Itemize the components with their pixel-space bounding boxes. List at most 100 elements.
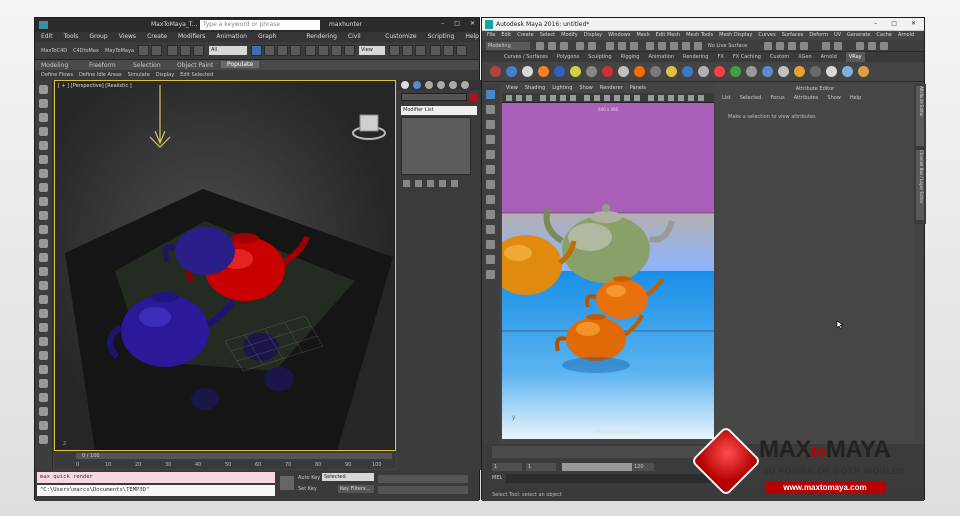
tool-icon[interactable] xyxy=(39,113,48,122)
panel-menu-panels[interactable]: Panels xyxy=(630,84,646,93)
undo-icon[interactable] xyxy=(576,42,584,50)
menu-surfaces[interactable]: Surfaces xyxy=(782,31,804,40)
menu-mesh[interactable]: Mesh xyxy=(636,31,649,40)
wireframe-icon[interactable] xyxy=(584,95,590,101)
move-icon[interactable] xyxy=(305,45,316,56)
grid-toggle-icon[interactable] xyxy=(540,95,546,101)
search-input[interactable]: Type a keyword or phrase xyxy=(200,20,320,30)
lights-icon[interactable] xyxy=(624,95,630,101)
ipr-render-icon[interactable] xyxy=(788,42,796,50)
user-name[interactable]: maxhunter xyxy=(329,21,362,28)
close-icon[interactable]: ✕ xyxy=(470,20,475,27)
snap-grid-icon[interactable] xyxy=(646,42,654,50)
render-icon[interactable] xyxy=(456,45,467,56)
align-icon[interactable] xyxy=(415,45,426,56)
tool-icon[interactable] xyxy=(39,407,48,416)
render-setup-icon[interactable] xyxy=(443,45,454,56)
menu-arnold[interactable]: Arnold xyxy=(898,31,914,40)
select-hierarchy-icon[interactable] xyxy=(606,42,614,50)
shelf-tab-fx-caching[interactable]: FX Caching xyxy=(733,52,761,62)
paint-select-icon[interactable] xyxy=(486,120,495,129)
scale-icon[interactable] xyxy=(331,45,342,56)
modifier-list-dropdown[interactable]: Modifier List xyxy=(401,106,477,115)
tool-icon[interactable] xyxy=(39,253,48,262)
ribbon-edit-selected[interactable]: Edit Selected xyxy=(180,70,213,80)
panel-menu-view[interactable]: View xyxy=(506,84,518,93)
layout-custom-icon[interactable] xyxy=(486,270,495,279)
utilities-tab-icon[interactable] xyxy=(461,81,469,89)
object-color-swatch[interactable] xyxy=(469,93,477,101)
select-tool-icon[interactable] xyxy=(486,90,495,99)
menu-edit[interactable]: Edit xyxy=(41,32,53,42)
ies-light-icon[interactable] xyxy=(730,66,741,77)
maya-viewport[interactable]: 640 x 480 y VRayPhysicalCamera1 xyxy=(502,103,714,439)
ribbon-tab-freeform[interactable]: Freeform xyxy=(89,62,116,69)
isolate-select-icon[interactable] xyxy=(678,95,684,101)
shelf-tab-fx[interactable]: FX xyxy=(718,52,724,62)
tool-icon[interactable] xyxy=(39,267,48,276)
menu-edit[interactable]: Edit xyxy=(501,31,511,40)
auto-key-button[interactable]: Auto Key xyxy=(298,475,320,481)
select-component-icon[interactable] xyxy=(630,42,638,50)
camera-attributes-icon[interactable] xyxy=(506,95,512,101)
tool-icon[interactable] xyxy=(39,379,48,388)
viewcube-icon[interactable] xyxy=(352,114,386,140)
menu-modify[interactable]: Modify xyxy=(561,31,578,40)
ribbon-tab-selection[interactable]: Selection xyxy=(133,62,161,69)
time-slider[interactable] xyxy=(76,453,392,459)
tool-icon[interactable] xyxy=(39,337,48,346)
tool-icon[interactable] xyxy=(39,365,48,374)
light-icon[interactable] xyxy=(522,66,533,77)
xray-icon[interactable] xyxy=(688,95,694,101)
shelf-tab-curves-surfaces[interactable]: Curves / Surfaces xyxy=(504,52,548,62)
range-slider[interactable] xyxy=(562,463,642,471)
track-bar[interactable]: 0 10 20 30 40 50 60 70 80 90 100 xyxy=(76,460,392,469)
layout-single-icon[interactable] xyxy=(486,195,495,204)
tool-icon[interactable] xyxy=(39,127,48,136)
create-tab-icon[interactable] xyxy=(401,81,409,89)
key-filters-button[interactable]: Key Filters... xyxy=(338,485,374,493)
menu-customize[interactable]: Customize xyxy=(385,32,417,42)
viewport-label[interactable]: [ + ] [Perspective] [Realistic ] xyxy=(58,83,132,89)
hierarchy-tab-icon[interactable] xyxy=(425,81,433,89)
ribbon-tab-populate[interactable]: Populate xyxy=(221,61,260,68)
mirror-icon[interactable] xyxy=(402,45,413,56)
ribbon-simulate[interactable]: Simulate xyxy=(128,70,150,80)
panel-menu-lighting[interactable]: Lighting xyxy=(552,84,572,93)
snap-curve-icon[interactable] xyxy=(658,42,666,50)
image-plane-icon[interactable] xyxy=(526,95,532,101)
command-line-input[interactable] xyxy=(506,474,726,483)
shelf-tab-sculpting[interactable]: Sculpting xyxy=(588,52,611,62)
mesh-light-icon[interactable] xyxy=(634,66,645,77)
max-logo-icon[interactable] xyxy=(39,21,48,29)
object-name-field[interactable] xyxy=(401,93,467,101)
teapot-grey-large[interactable] xyxy=(543,204,675,283)
last-tool-icon[interactable] xyxy=(486,180,495,189)
toolbar-maya-to-max[interactable]: MayToMaya xyxy=(105,48,134,54)
sphere-icon[interactable] xyxy=(538,66,549,77)
render-settings-icon[interactable] xyxy=(800,42,808,50)
menu-help[interactable]: Help xyxy=(465,32,479,42)
unlink-icon[interactable] xyxy=(180,45,191,56)
tool-settings-toggle-icon[interactable] xyxy=(868,42,876,50)
menu-curves[interactable]: Curves xyxy=(758,31,775,40)
playback-controls[interactable] xyxy=(378,475,468,483)
menu-views[interactable]: Views xyxy=(119,32,136,42)
tool-icon[interactable] xyxy=(39,99,48,108)
ambient-occlusion-icon[interactable] xyxy=(648,95,654,101)
time-slider[interactable] xyxy=(492,446,732,458)
layout-four-icon[interactable] xyxy=(486,210,495,219)
rect-selection-icon[interactable] xyxy=(277,45,288,56)
menu-animation[interactable]: Animation xyxy=(216,32,247,42)
hypershade-icon[interactable] xyxy=(834,42,842,50)
perspective-viewport[interactable]: [ + ] [Perspective] [Realistic ] z xyxy=(54,80,396,451)
listener-output[interactable]: max quick render xyxy=(37,472,275,483)
ribbon-display[interactable]: Display xyxy=(156,70,174,80)
shelf-tab-vray[interactable]: VRay xyxy=(845,52,865,62)
layout-side-icon[interactable] xyxy=(486,225,495,234)
toolbar-max-to-c4d[interactable]: MaxToC4D xyxy=(41,48,67,54)
menu-mesh-tools[interactable]: Mesh Tools xyxy=(686,31,713,40)
volume-icon[interactable] xyxy=(762,66,773,77)
settings-icon[interactable] xyxy=(810,66,821,77)
ribbon-define-idle-areas[interactable]: Define Idle Areas xyxy=(79,70,122,80)
